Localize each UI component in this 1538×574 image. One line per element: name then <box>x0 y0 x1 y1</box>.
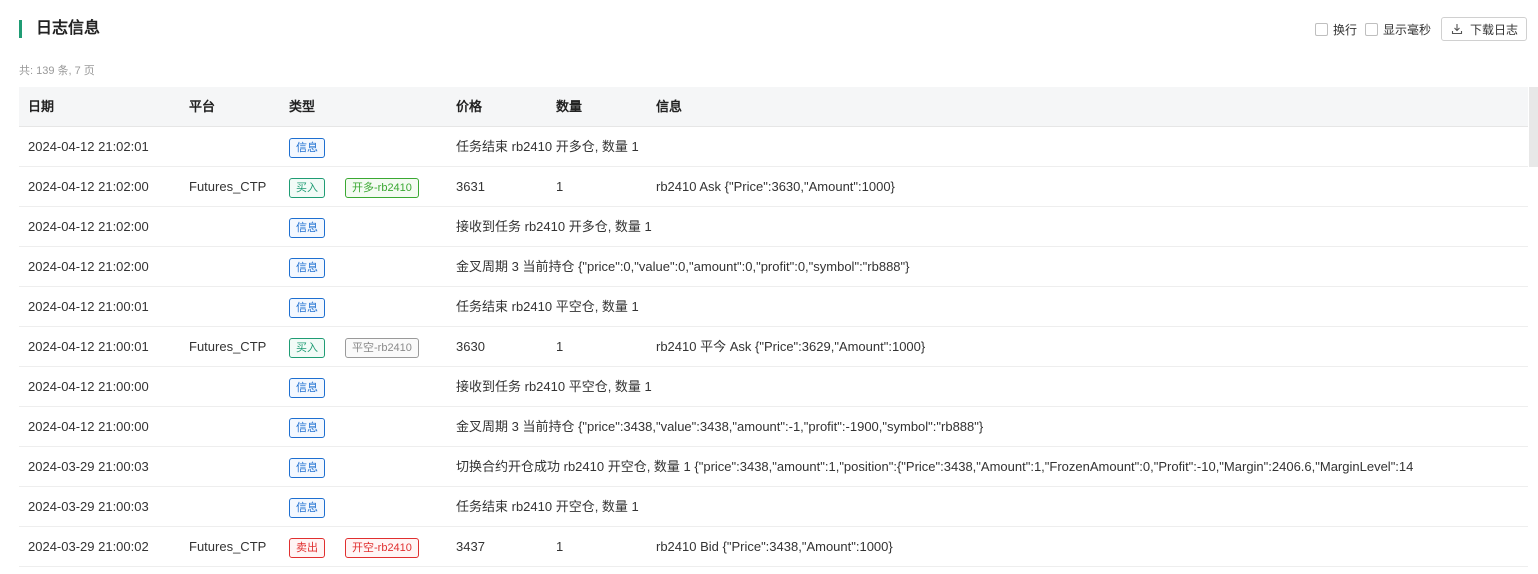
wrap-checkbox-box[interactable] <box>1314 22 1328 36</box>
cell-price: 3630 <box>456 339 485 354</box>
cell-type: 信息 <box>289 447 325 486</box>
table-row: 2024-04-12 21:00:01 Futures_CTP 买入 平空-rb241… <box>19 327 1528 367</box>
table-row: 2024-03-29 21:00:02 Futures_CTP 卖出 开空-rb241… <box>19 527 1528 567</box>
cell-type: 信息 <box>289 207 325 246</box>
log-panel: 日志信息 换行 显示毫秒 下载日志 共: 139 条, 7 页 日期 平台 类型… <box>6 2 1538 574</box>
cell-info: 任务结束 rb2410 开空仓, 数量 1 <box>456 499 639 514</box>
table-row: 2024-04-12 21:00:01 信息 任务结束 rb2410 平空仓, 数量… <box>19 287 1528 327</box>
table-row: 2024-03-29 21:00:03 信息 任务结束 rb2410 开空仓, 数量… <box>19 487 1528 527</box>
cell-type: 信息 <box>289 487 325 526</box>
cell-date: 2024-04-12 21:00:00 <box>28 379 149 394</box>
cell-quantity: 1 <box>556 179 564 194</box>
table-row: 2024-04-12 21:00:00 信息 接收到任务 rb2410 平空仓, 数… <box>19 367 1528 407</box>
cell-info: rb2410 平今 Ask {"Price":3629,"Amount":100… <box>656 339 926 354</box>
type-badge: 信息 <box>289 298 325 318</box>
cell-date: 2024-04-12 21:02:00 <box>28 179 149 194</box>
log-table: 日期 平台 类型 价格 数量 信息 2024-04-12 21:02:01 信息任… <box>19 87 1528 574</box>
cell-order-tag: 开空-rb2410 <box>345 527 419 566</box>
cell-type: 买入 <box>289 167 325 206</box>
vertical-scrollbar[interactable] <box>1529 87 1538 167</box>
cell-info: 金叉周期 3 当前持仓 {"price":3438,"value":3438,"… <box>456 419 984 434</box>
cell-info: 切换合约开仓成功 rb2410 开空仓, 数量 1 {"price":3438,… <box>456 459 1414 474</box>
wrap-checkbox-label: 换行 <box>1332 22 1357 37</box>
cell-date: 2024-04-12 21:00:00 <box>28 419 149 434</box>
cell-info: rb2410 Bid {"Price":3438,"Amount":1000} <box>656 539 893 554</box>
cell-type: 卖出 <box>289 527 325 566</box>
col-header-type: 类型 <box>289 99 316 114</box>
cell-order-tag: 平空-rb2410 <box>345 327 419 366</box>
table-body: 2024-04-12 21:02:01 信息 任务结束 rb2410 开多仓, 数量… <box>19 127 1528 567</box>
table-row: 2024-04-12 21:02:00 信息 接收到任务 rb2410 开多仓, 数… <box>19 207 1528 247</box>
cell-info: 任务结束 rb2410 平空仓, 数量 1 <box>456 299 639 314</box>
type-badge: 信息 <box>289 258 325 278</box>
type-badge: 信息 <box>289 458 325 478</box>
type-badge: 信息 <box>289 378 325 398</box>
cell-platform: Futures_CTP <box>189 539 267 554</box>
show-ms-checkbox-box[interactable] <box>1364 22 1378 36</box>
download-log-label: 下载日志 <box>1469 22 1518 37</box>
col-header-info: 信息 <box>656 99 683 114</box>
panel-title: 日志信息 <box>36 20 101 37</box>
cell-date: 2024-03-29 21:00:03 <box>28 459 149 474</box>
type-badge: 卖出 <box>289 538 325 558</box>
cell-type: 信息 <box>289 247 325 286</box>
show-ms-checkbox-label: 显示毫秒 <box>1382 22 1431 37</box>
cell-order-tag: 开多-rb2410 <box>345 167 419 206</box>
cell-date: 2024-04-12 21:00:01 <box>28 339 149 354</box>
cell-type: 信息 <box>289 127 325 166</box>
cell-info: 接收到任务 rb2410 平空仓, 数量 1 <box>456 379 652 394</box>
cell-type: 买入 <box>289 327 325 366</box>
table-row: 2024-04-12 21:02:01 信息 任务结束 rb2410 开多仓, 数量… <box>19 127 1528 167</box>
col-header-price: 价格 <box>456 99 483 114</box>
panel-header: 日志信息 换行 显示毫秒 下载日志 <box>6 14 1538 44</box>
download-log-button[interactable]: 下载日志 <box>1440 17 1527 41</box>
cell-price: 3631 <box>456 179 485 194</box>
cell-price: 3437 <box>456 539 485 554</box>
cell-platform: Futures_CTP <box>189 179 267 194</box>
cell-info: 接收到任务 rb2410 开多仓, 数量 1 <box>456 219 652 234</box>
type-badge: 买入 <box>289 178 325 198</box>
cell-date: 2024-04-12 21:02:00 <box>28 259 149 274</box>
download-icon <box>1451 24 1463 35</box>
record-summary: 共: 139 条, 7 页 <box>19 65 95 77</box>
type-badge: 信息 <box>289 498 325 518</box>
cell-date: 2024-04-12 21:02:01 <box>28 139 149 154</box>
table-row: 2024-04-12 21:02:00 Futures_CTP 买入 开多-rb241… <box>19 167 1528 207</box>
type-badge: 信息 <box>289 418 325 438</box>
cell-date: 2024-03-29 21:00:02 <box>28 539 149 554</box>
table-header: 日期 平台 类型 价格 数量 信息 <box>19 87 1528 127</box>
col-header-quantity: 数量 <box>556 99 583 114</box>
cell-quantity: 1 <box>556 539 564 554</box>
cell-type: 信息 <box>289 367 325 406</box>
type-badge: 买入 <box>289 338 325 358</box>
title-accent-bar <box>19 20 22 38</box>
cell-info: 金叉周期 3 当前持仓 {"price":0,"value":0,"amount… <box>456 259 910 274</box>
table-row: 2024-03-29 21:00:03 信息 切换合约开仓成功 rb2410 开空仓… <box>19 447 1528 487</box>
wrap-checkbox[interactable]: 换行 <box>1314 21 1357 38</box>
cell-type: 信息 <box>289 287 325 326</box>
col-header-date: 日期 <box>28 99 55 114</box>
cell-type: 信息 <box>289 407 325 446</box>
cell-quantity: 1 <box>556 339 564 354</box>
cell-date: 2024-03-29 21:00:03 <box>28 499 149 514</box>
type-badge: 信息 <box>289 138 325 158</box>
cell-info: 任务结束 rb2410 开多仓, 数量 1 <box>456 139 639 154</box>
col-header-platform: 平台 <box>189 99 216 114</box>
table-row: 2024-04-12 21:00:00 信息 金叉周期 3 当前持仓 {"price… <box>19 407 1528 447</box>
header-tools: 换行 显示毫秒 下载日志 <box>1314 16 1527 42</box>
type-badge: 信息 <box>289 218 325 238</box>
cell-platform: Futures_CTP <box>189 339 267 354</box>
show-ms-checkbox[interactable]: 显示毫秒 <box>1364 21 1431 38</box>
table-row: 2024-04-12 21:02:00 信息 金叉周期 3 当前持仓 {"price… <box>19 247 1528 287</box>
order-badge: 平空-rb2410 <box>345 338 419 358</box>
cell-date: 2024-04-12 21:00:01 <box>28 299 149 314</box>
cell-date: 2024-04-12 21:02:00 <box>28 219 149 234</box>
order-badge: 开多-rb2410 <box>345 178 419 198</box>
cell-info: rb2410 Ask {"Price":3630,"Amount":1000} <box>656 179 895 194</box>
order-badge: 开空-rb2410 <box>345 538 419 558</box>
